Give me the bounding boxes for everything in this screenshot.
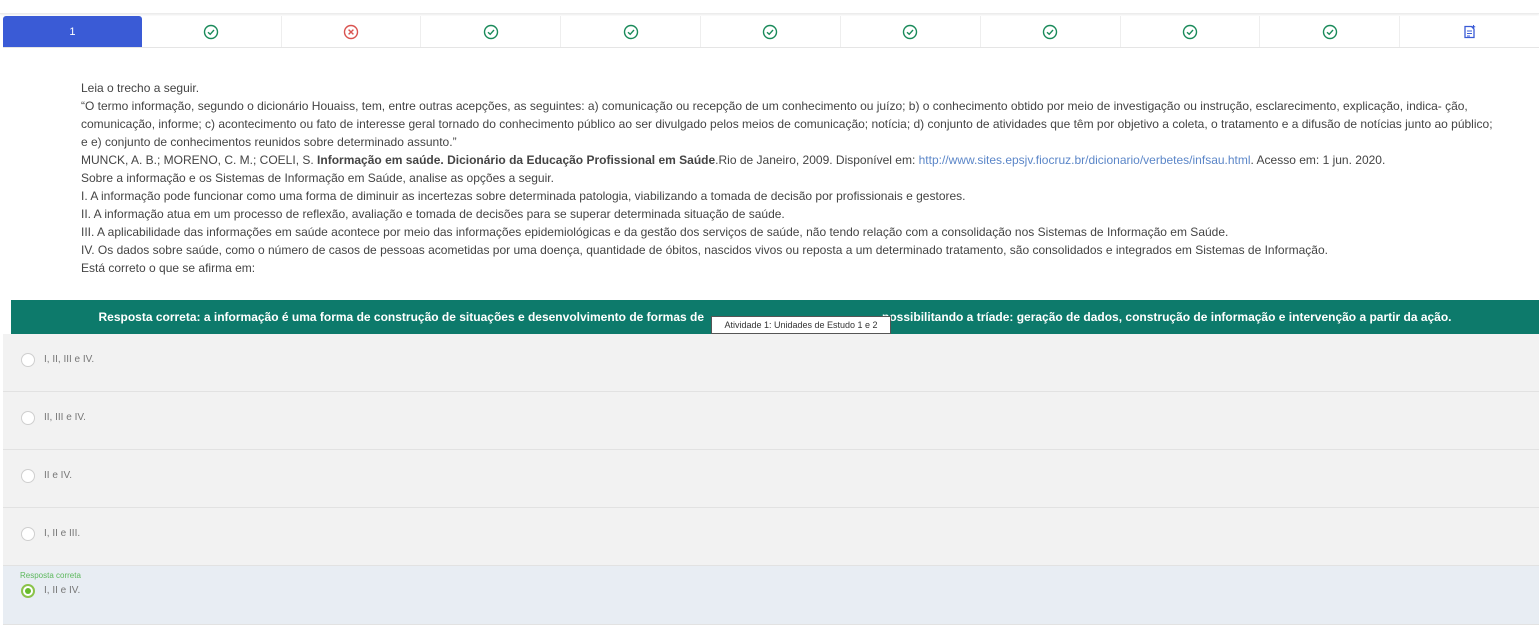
x-circle-icon <box>343 24 359 39</box>
statement: I. A informação pode funcionar como uma … <box>81 189 966 203</box>
option-label: I, II e IV. <box>44 585 81 596</box>
ref-link[interactable]: http://www.sites.epsjv.fiocruz.br/dicion… <box>919 153 1251 167</box>
option-a[interactable]: I, II, III e IV. <box>3 334 1539 392</box>
answer-options: I, II, III e IV. II, III e IV. II e IV. … <box>3 334 1539 625</box>
tab-question-10[interactable] <box>1260 16 1401 47</box>
question-reference: MUNCK, A. B.; MORENO, C. M.; COELI, S. I… <box>81 151 1501 169</box>
radio-button[interactable] <box>21 353 35 367</box>
question-quote: “O termo informação, segundo o dicionári… <box>81 99 1493 149</box>
option-label: I, II, III e IV. <box>44 354 95 365</box>
banner-text-right: possibilitando a tríade: geração de dado… <box>882 310 1452 324</box>
option-b[interactable]: II, III e IV. <box>3 392 1539 450</box>
ref-title: Informação em saúde. Dicionário da Educa… <box>317 153 716 167</box>
radio-button[interactable] <box>21 527 35 541</box>
tooltip: Atividade 1: Unidades de Estudo 1 e 2 <box>711 316 891 334</box>
question-text: Leia o trecho a seguir. “O termo informa… <box>81 79 1501 277</box>
question-closing: Está correto o que se afirma em: <box>81 261 256 275</box>
question-tabs: 1 <box>3 16 1539 48</box>
ref-access: . Acesso em: 1 jun. 2020. <box>1250 153 1386 167</box>
option-d[interactable]: I, II e III. <box>3 508 1539 566</box>
check-circle-icon <box>204 24 219 39</box>
tab-notes[interactable] <box>1400 16 1539 47</box>
check-circle-icon <box>483 24 499 39</box>
statement: II. A informação atua em um processo de … <box>81 207 785 221</box>
tab-question-5[interactable] <box>561 16 702 47</box>
option-label: II, III e IV. <box>44 412 86 423</box>
question-intro: Leia o trecho a seguir. <box>81 81 200 95</box>
option-label: II e IV. <box>44 470 72 481</box>
radio-button[interactable] <box>21 411 35 425</box>
check-circle-icon <box>1322 24 1337 39</box>
check-circle-icon <box>903 24 918 39</box>
tab-question-2[interactable] <box>141 16 282 47</box>
option-e[interactable]: Resposta correta I, II e IV. <box>3 566 1539 625</box>
ref-publisher: .Rio de Janeiro, 2009. Disponível em: <box>715 153 919 167</box>
check-circle-icon <box>1042 24 1058 39</box>
check-circle-icon <box>763 24 778 39</box>
correct-answer-tag: Resposta correta <box>20 571 81 580</box>
tab-question-9[interactable] <box>1120 16 1261 47</box>
tab-label: 1 <box>69 25 76 38</box>
ref-authors: MUNCK, A. B.; MORENO, C. M.; COELI, S. <box>81 153 318 167</box>
option-label: I, II e III. <box>44 528 81 539</box>
radio-button-selected[interactable] <box>21 584 35 598</box>
check-circle-icon <box>1182 24 1198 39</box>
statement: IV. Os dados sobre saúde, como o número … <box>81 243 1328 257</box>
tab-question-7[interactable] <box>840 16 981 47</box>
tab-question-1[interactable]: 1 <box>3 16 142 47</box>
tab-question-4[interactable] <box>421 16 562 47</box>
radio-button[interactable] <box>21 469 35 483</box>
check-circle-icon <box>623 24 638 39</box>
tab-question-8[interactable] <box>980 16 1121 47</box>
tab-question-6[interactable] <box>701 16 841 47</box>
banner-text-left: Resposta correta: a informação é uma for… <box>98 310 705 324</box>
tab-question-3[interactable] <box>281 16 422 47</box>
question-prompt: Sobre a informação e os Sistemas de Info… <box>81 171 554 185</box>
note-edit-icon <box>1463 24 1475 38</box>
statement: III. A aplicabilidade das informações em… <box>81 225 1229 239</box>
top-bar <box>0 0 1539 14</box>
option-c[interactable]: II e IV. <box>3 450 1539 508</box>
